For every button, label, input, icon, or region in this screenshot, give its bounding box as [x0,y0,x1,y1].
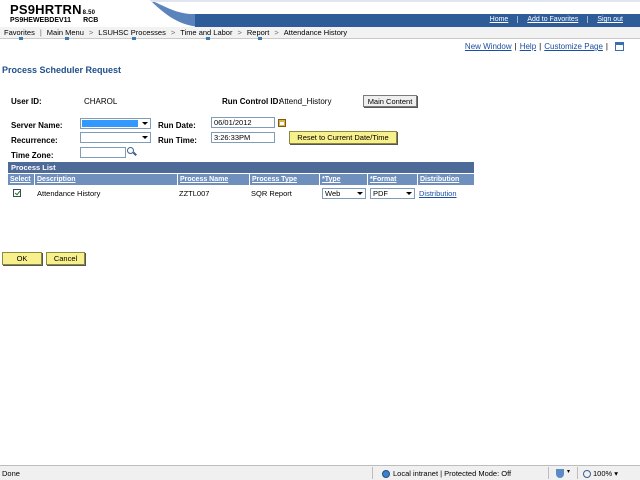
nav-time-and-labor[interactable]: Time and Labor [176,28,236,40]
column-type[interactable]: *Type [320,174,368,185]
top-links: Home Add to Favorites Sign out [481,16,632,23]
dropdown-tick-icon [19,37,24,40]
run-time-input[interactable]: 3:26:33PM [211,132,275,143]
type-select[interactable]: Web [322,188,366,199]
app-version: 8.50 [82,10,96,16]
recurrence-select[interactable] [80,132,151,143]
row-description: Attendance History [37,189,101,198]
reset-date-time-button[interactable]: Reset to Current Date/Time [289,131,397,144]
home-link[interactable]: Home [481,16,518,23]
user-id-value: CHAROL [84,97,118,106]
lookup-search-icon[interactable] [127,147,137,157]
nav-main-menu[interactable]: Main Menu [43,28,88,40]
http-window-icon[interactable] [615,42,624,51]
nav-attendance-history[interactable]: Attendance History [280,28,351,37]
user-code: RCB [83,17,99,24]
page-title: Process Scheduler Request [2,65,122,75]
main-content-button[interactable]: Main Content [363,95,417,107]
browser-status-bar: Done Local intranet | Protected Mode: Of… [0,465,640,480]
column-process-name[interactable]: Process Name [178,174,250,185]
dropdown-tick-icon [206,37,211,40]
dropdown-tick-icon [65,37,70,40]
column-format[interactable]: *Format [368,174,418,185]
user-id-label: User ID: [11,97,42,106]
help-link[interactable]: Help [520,42,536,51]
row-process-name: ZZTL007 [179,189,210,198]
column-process-type[interactable]: Process Type [250,174,320,185]
column-description[interactable]: Description [35,174,178,185]
recurrence-label: Recurrence: [11,136,58,145]
row-process-type: SQR Report [251,189,292,198]
column-distribution[interactable]: Distribution [418,174,474,185]
database-name: PS9HEWEBDEV11 RCB [10,17,99,24]
link-separator: | [514,42,517,51]
shield-icon[interactable] [556,469,564,478]
app-title: PS9HRTRN8.50 [10,2,96,17]
sign-out-link[interactable]: Sign out [587,16,632,23]
cancel-button[interactable]: Cancel [46,252,85,265]
status-text: Done [2,469,20,478]
breadcrumb: Favorites | Main Menu > LSUHSC Processes… [0,27,640,40]
process-list-columns: Select Description Process Name Process … [8,174,474,185]
banner: PS9HRTRN8.50 PS9HEWEBDEV11 RCB Home Add t… [0,0,640,27]
selection-highlight [82,120,138,127]
zoom-icon [583,469,591,478]
customize-page-link[interactable]: Customize Page [544,42,603,51]
chevron-down-icon [140,133,150,142]
add-to-favorites-link[interactable]: Add to Favorites [517,16,587,23]
page-links: New Window | Help | Customize Page | [465,42,624,51]
time-zone-input[interactable] [80,147,126,158]
dropdown-tick-icon [258,37,263,40]
zoom-level: 100% [593,469,613,478]
nav-report[interactable]: Report [243,28,274,40]
distribution-link[interactable]: Distribution [419,189,457,198]
process-list-header: Process List [8,162,474,173]
zoom-control[interactable]: 100% ▾ [583,469,618,478]
status-divider [548,467,549,479]
type-value: Web [325,189,341,198]
zone-text: Local intranet | Protected Mode: Off [393,469,512,478]
nav-favorites[interactable]: Favorites [0,28,39,40]
run-control-value: Attend_History [279,97,332,106]
chevron-down-icon [355,189,365,198]
run-time-label: Run Time: [158,136,197,145]
link-separator: | [605,42,608,51]
security-zone[interactable]: Local intranet | Protected Mode: Off [382,469,511,478]
run-date-label: Run Date: [158,121,196,130]
run-date-input[interactable]: 06/01/2012 [211,117,275,128]
globe-icon [382,469,390,478]
chevron-down-icon [140,119,150,128]
server-name-select[interactable] [80,118,151,129]
ok-button[interactable]: OK [2,252,42,265]
column-select[interactable]: Select [8,174,35,185]
chevron-down-icon: ▾ [614,469,618,478]
time-zone-label: Time Zone: [11,151,54,160]
run-control-label: Run Control ID: [222,97,282,106]
new-window-link[interactable]: New Window [465,42,512,51]
select-checkbox[interactable] [13,189,21,197]
server-name-label: Server Name: [11,121,63,130]
table-row: Attendance History ZZTL007 SQR Report We… [8,187,474,200]
format-select[interactable]: PDF [370,188,415,199]
status-divider [577,467,578,479]
nav-lsuhsc-processes[interactable]: LSUHSC Processes [94,28,170,40]
chevron-down-icon[interactable]: ▾ [567,468,570,475]
link-separator: | [539,42,542,51]
dropdown-tick-icon [132,37,137,40]
format-value: PDF [373,189,388,198]
chevron-down-icon [404,189,414,198]
status-divider [372,467,373,479]
calendar-icon[interactable] [278,119,286,127]
